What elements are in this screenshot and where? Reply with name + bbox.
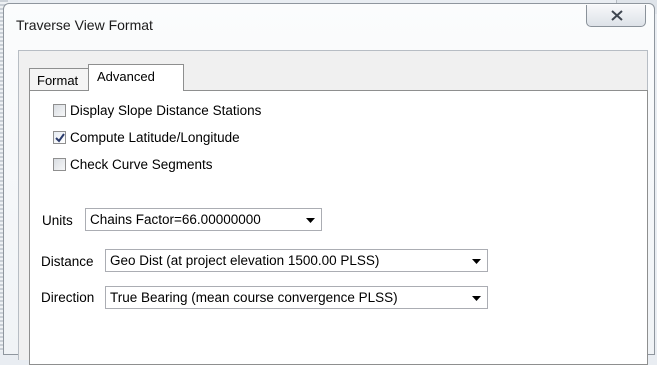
dialog-window: Traverse View Format Format Advanced Dis… <box>3 3 655 365</box>
dropdown-arrow-icon <box>306 218 315 223</box>
tab-format-label: Format <box>37 73 79 88</box>
direction-dropdown[interactable]: True Bearing (mean course convergence PL… <box>105 286 488 309</box>
close-x-icon <box>611 10 623 21</box>
dialog-title: Traverse View Format <box>16 17 153 33</box>
dropdown-arrow-icon <box>472 259 481 264</box>
checkbox-label: Compute Latitude/Longitude <box>70 130 240 145</box>
direction-label: Direction <box>41 290 95 305</box>
dropdown-arrow-icon <box>472 296 481 301</box>
units-value: Chains Factor=66.00000000 <box>90 212 261 227</box>
advanced-tab-panel: Display Slope Distance Stations Compute … <box>29 90 648 365</box>
checkmark-icon <box>55 133 65 143</box>
distance-label: Distance <box>41 254 94 269</box>
distance-dropdown[interactable]: Geo Dist (at project elevation 1500.00 P… <box>105 249 488 272</box>
dialog-client-area: Format Advanced Display Slope Distance S… <box>18 50 648 365</box>
units-dropdown[interactable]: Chains Factor=66.00000000 <box>85 208 322 231</box>
tab-advanced[interactable]: Advanced <box>88 64 184 91</box>
checkbox-label: Display Slope Distance Stations <box>70 103 262 118</box>
direction-value: True Bearing (mean course convergence PL… <box>110 290 398 305</box>
close-button[interactable] <box>586 5 646 27</box>
units-label: Units <box>42 213 73 228</box>
tab-advanced-label: Advanced <box>97 69 155 84</box>
checkbox-label: Check Curve Segments <box>70 157 213 172</box>
tab-format[interactable]: Format <box>29 68 89 90</box>
checkbox-box[interactable] <box>53 158 66 171</box>
checkbox-box[interactable] <box>53 131 66 144</box>
checkbox-box[interactable] <box>53 104 66 117</box>
distance-value: Geo Dist (at project elevation 1500.00 P… <box>110 253 380 268</box>
